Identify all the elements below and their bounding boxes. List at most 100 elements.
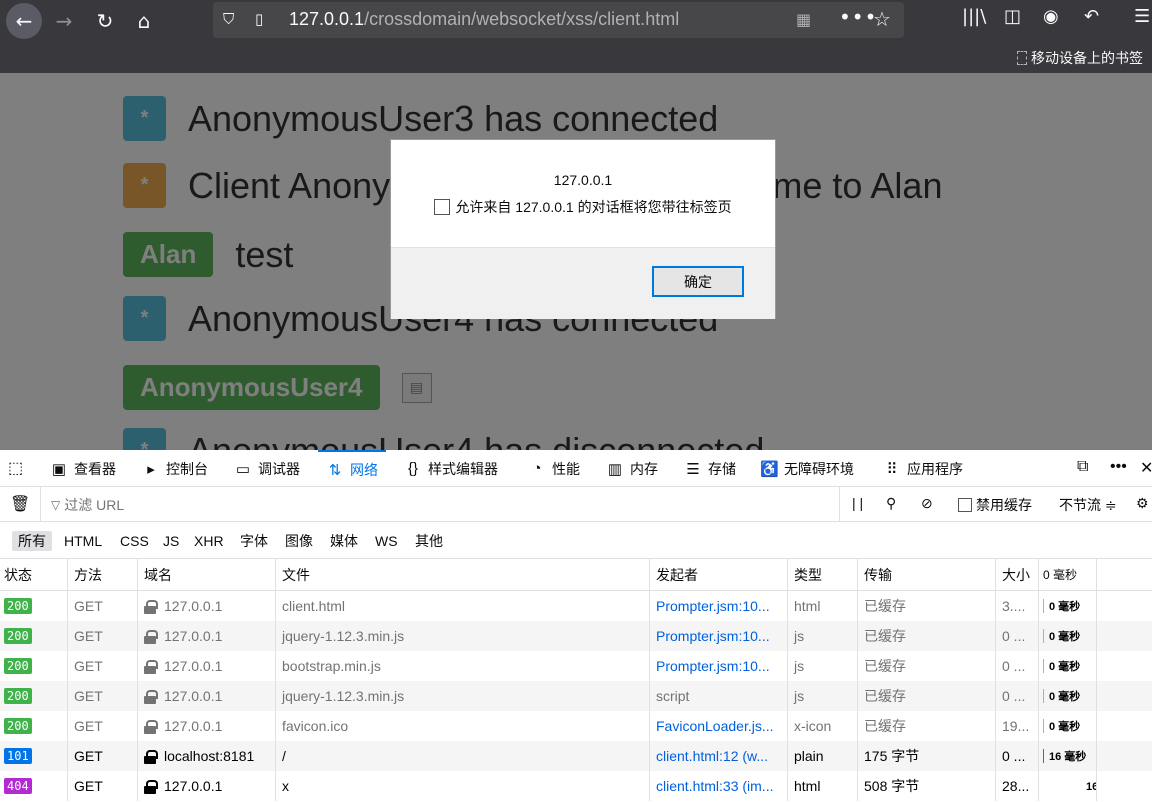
type-filter-media[interactable]: 媒体 (324, 531, 364, 551)
cause-cell[interactable]: client.html:12 (w... (650, 741, 788, 771)
bookmarks-toolbar: 移动设备上的书签 (0, 42, 1152, 73)
allow-tab-checkbox[interactable] (434, 199, 451, 215)
search-icon[interactable]: ⚲ (886, 495, 896, 512)
type-cell: html (788, 591, 858, 621)
column-header[interactable]: 发起者 (650, 559, 788, 590)
reload-button[interactable]: ↻ (88, 4, 122, 38)
tab-debugger[interactable]: ▭ 调试器 (234, 450, 300, 487)
column-header[interactable]: 状态 (0, 559, 68, 590)
dialog-checkbox-row[interactable]: 允许来自 127.0.0.1 的对话框将您带往标签页 (391, 197, 775, 217)
trash-icon[interactable]: 🗑 (10, 494, 30, 514)
type-filter-all[interactable]: 所有 (12, 531, 52, 551)
table-row[interactable]: 200 GET 127.0.0.1 bootstrap.min.js Prompter.… (0, 651, 1152, 681)
transferred-cell: 已缓存 (858, 681, 996, 711)
library-icon[interactable]: |||\ (962, 6, 986, 27)
block-icon[interactable]: ⊘ (921, 495, 933, 512)
tab-performance[interactable]: ◔ 性能 (528, 450, 580, 487)
gear-icon[interactable]: ⚙ (1136, 495, 1149, 512)
waterfall-cell: 0 毫秒 (1039, 711, 1097, 741)
type-filter-html[interactable]: HTML (58, 531, 108, 551)
column-header[interactable]: 传输 (858, 559, 996, 590)
table-row[interactable]: 200 GET 127.0.0.1 jquery-1.12.3.min.js scrip… (0, 681, 1152, 711)
type-filter-fonts[interactable]: 字体 (234, 531, 274, 551)
tab-application[interactable]: ⠿ 应用程序 (883, 450, 964, 487)
type-filter-js[interactable]: JS (157, 531, 185, 551)
url-path: /crossdomain/websocket/xss/client.html (364, 9, 680, 29)
page-actions-icon[interactable]: ••• (839, 5, 877, 29)
column-header[interactable]: 0 毫秒 (1039, 559, 1097, 590)
ok-button[interactable]: 确定 (652, 266, 744, 297)
row-extra (1097, 621, 1152, 651)
status-badge: 101 (4, 748, 32, 764)
tab-memory[interactable]: ▥ 内存 (606, 450, 658, 487)
table-row[interactable]: 200 GET 127.0.0.1 client.html Prompter.jsm:1… (0, 591, 1152, 621)
more-options-icon[interactable]: ••• (1110, 458, 1127, 476)
pause-icon[interactable]: | | (852, 495, 863, 511)
tab-label: 调试器 (258, 460, 300, 477)
row-extra (1097, 711, 1152, 741)
type-filter-images[interactable]: 图像 (279, 531, 319, 551)
status-cell: 200 (0, 681, 68, 711)
mobile-bookmarks-item[interactable]: 移动设备上的书签 (1017, 48, 1143, 68)
tab-storage[interactable]: ☰ 存储 (684, 450, 736, 487)
menu-icon[interactable]: ☰ (1134, 6, 1150, 27)
dialog-body: 127.0.0.1 允许来自 127.0.0.1 的对话框将您带往标签页 (391, 140, 775, 248)
cause-cell[interactable]: Prompter.jsm:10... (650, 621, 788, 651)
domain-text: 127.0.0.1 (164, 688, 223, 704)
tab-accessibility[interactable]: ♿ 无障碍环境 (760, 450, 854, 487)
page-info-icon[interactable]: ▯ (255, 10, 273, 30)
transferred-cell: 已缓存 (858, 621, 996, 651)
column-header[interactable]: 方法 (68, 559, 138, 590)
sidebar-icon[interactable]: ◫ (1004, 6, 1021, 27)
type-filter-other[interactable]: 其他 (409, 531, 449, 551)
close-devtools-icon[interactable]: ✕ (1140, 458, 1152, 478)
size-cell: 0 ... (996, 681, 1039, 711)
qr-code-icon[interactable]: ▦ (796, 10, 811, 29)
type-filter-css[interactable]: CSS (114, 531, 155, 551)
waterfall-bar (1043, 749, 1044, 763)
column-header[interactable]: 域名 (138, 559, 276, 590)
dialog-footer: 确定 (391, 248, 775, 319)
url-text[interactable]: 127.0.0.1/crossdomain/websocket/xss/clie… (289, 9, 679, 30)
account-icon[interactable]: ◉ (1043, 6, 1059, 27)
cause-cell[interactable]: Prompter.jsm:10... (650, 591, 788, 621)
column-header[interactable]: 文件 (276, 559, 650, 590)
status-cell: 200 (0, 651, 68, 681)
size-cell: 0 ... (996, 651, 1039, 681)
home-button[interactable]: ⌂ (127, 4, 161, 38)
table-row[interactable]: 404 GET 127.0.0.1 x client.html:33 (im... htm… (0, 771, 1152, 801)
domain-cell: 127.0.0.1 (138, 771, 276, 801)
back-button[interactable]: ← (6, 3, 42, 39)
url-bar[interactable]: ⛉ ▯ 127.0.0.1/crossdomain/websocket/xss/… (213, 2, 904, 38)
waterfall-cell: 16 毫秒 (1039, 741, 1097, 771)
filter-url-input[interactable]: ▽ 过滤 URL (40, 487, 840, 522)
type-filter-xhr[interactable]: XHR (188, 531, 230, 551)
table-row[interactable]: 200 GET 127.0.0.1 favicon.ico FaviconLoader.… (0, 711, 1152, 741)
dock-icon[interactable]: ⧉ (1077, 458, 1088, 476)
type-filter-ws[interactable]: WS (369, 531, 404, 551)
mobile-bookmarks-label: 移动设备上的书签 (1031, 50, 1143, 66)
tab-inspector[interactable]: ▣ 查看器 (50, 450, 116, 487)
column-header[interactable]: 大小 (996, 559, 1039, 590)
undo-icon[interactable]: ↶ (1084, 6, 1099, 27)
table-row[interactable]: 101 GET localhost:8181 /client.html:12 (w..… (0, 741, 1152, 771)
dialog-checkbox-label: 允许来自 127.0.0.1 的对话框将您带往标签页 (455, 199, 732, 215)
folder-icon (1017, 51, 1027, 65)
waterfall-cell: 16 毫秒 (1039, 771, 1097, 801)
tab-console[interactable]: ▸ 控制台 (142, 450, 208, 487)
cause-cell[interactable]: client.html:33 (im... (650, 771, 788, 801)
size-cell: 3.... (996, 591, 1039, 621)
element-picker-icon[interactable]: ⬚ (8, 458, 23, 478)
tab-style-editor[interactable]: {} 样式编辑器 (404, 450, 498, 487)
cause-cell[interactable]: Prompter.jsm:10... (650, 651, 788, 681)
disable-cache-checkbox[interactable]: 禁用缓存 (958, 495, 1032, 515)
column-header[interactable]: 类型 (788, 559, 858, 590)
forward-button[interactable]: → (47, 4, 81, 38)
table-row[interactable]: 200 GET 127.0.0.1 jquery-1.12.3.min.js Promp… (0, 621, 1152, 651)
shield-icon[interactable]: ⛉ (223, 10, 241, 30)
tab-network[interactable]: ⇅ 网络 (318, 450, 386, 487)
url-host: 127.0.0.1 (289, 9, 365, 29)
throttle-select[interactable]: 不节流 ≑ (1059, 495, 1117, 515)
cause-cell[interactable]: FaviconLoader.js... (650, 711, 788, 741)
bookmark-star-icon[interactable]: ☆ (873, 7, 891, 31)
